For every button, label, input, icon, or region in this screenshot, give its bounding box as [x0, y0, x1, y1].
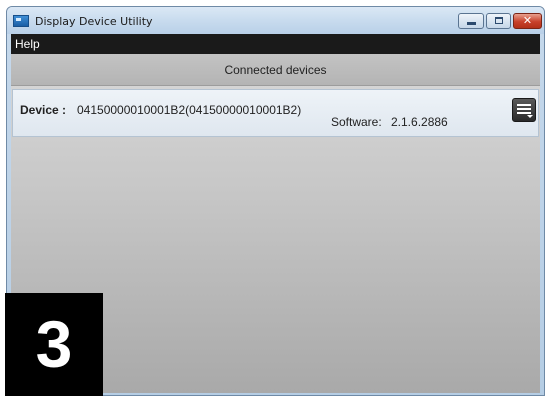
device-label: Device :: [20, 103, 67, 117]
window-title: Display Device Utility: [35, 15, 153, 28]
software-label: Software:: [331, 115, 382, 129]
device-row[interactable]: Device : 04150000010001B2(04150000010001…: [12, 89, 539, 137]
dropdown-arrow-icon: [527, 115, 533, 118]
app-icon: [13, 15, 29, 27]
close-icon: ✕: [522, 14, 533, 27]
hamburger-menu-icon: [517, 104, 531, 106]
menu-item-help[interactable]: Help: [15, 37, 40, 51]
hamburger-line: [517, 112, 531, 114]
minimize-icon: [467, 22, 476, 25]
software-version: 2.1.6.2886: [391, 115, 448, 129]
minimize-button[interactable]: [458, 13, 484, 29]
panel-header: Connected devices: [11, 54, 540, 86]
hamburger-line: [517, 108, 531, 110]
maximize-button[interactable]: [486, 13, 511, 29]
close-button[interactable]: ✕: [513, 13, 542, 29]
step-number-badge: 3: [5, 293, 103, 396]
maximize-icon: [495, 17, 503, 24]
panel-header-title: Connected devices: [224, 63, 327, 77]
title-bar[interactable]: Display Device Utility ✕: [7, 7, 544, 34]
device-id: 04150000010001B2(04150000010001B2): [77, 103, 302, 117]
menu-bar: Help: [11, 34, 540, 54]
device-menu-button[interactable]: [512, 98, 536, 122]
